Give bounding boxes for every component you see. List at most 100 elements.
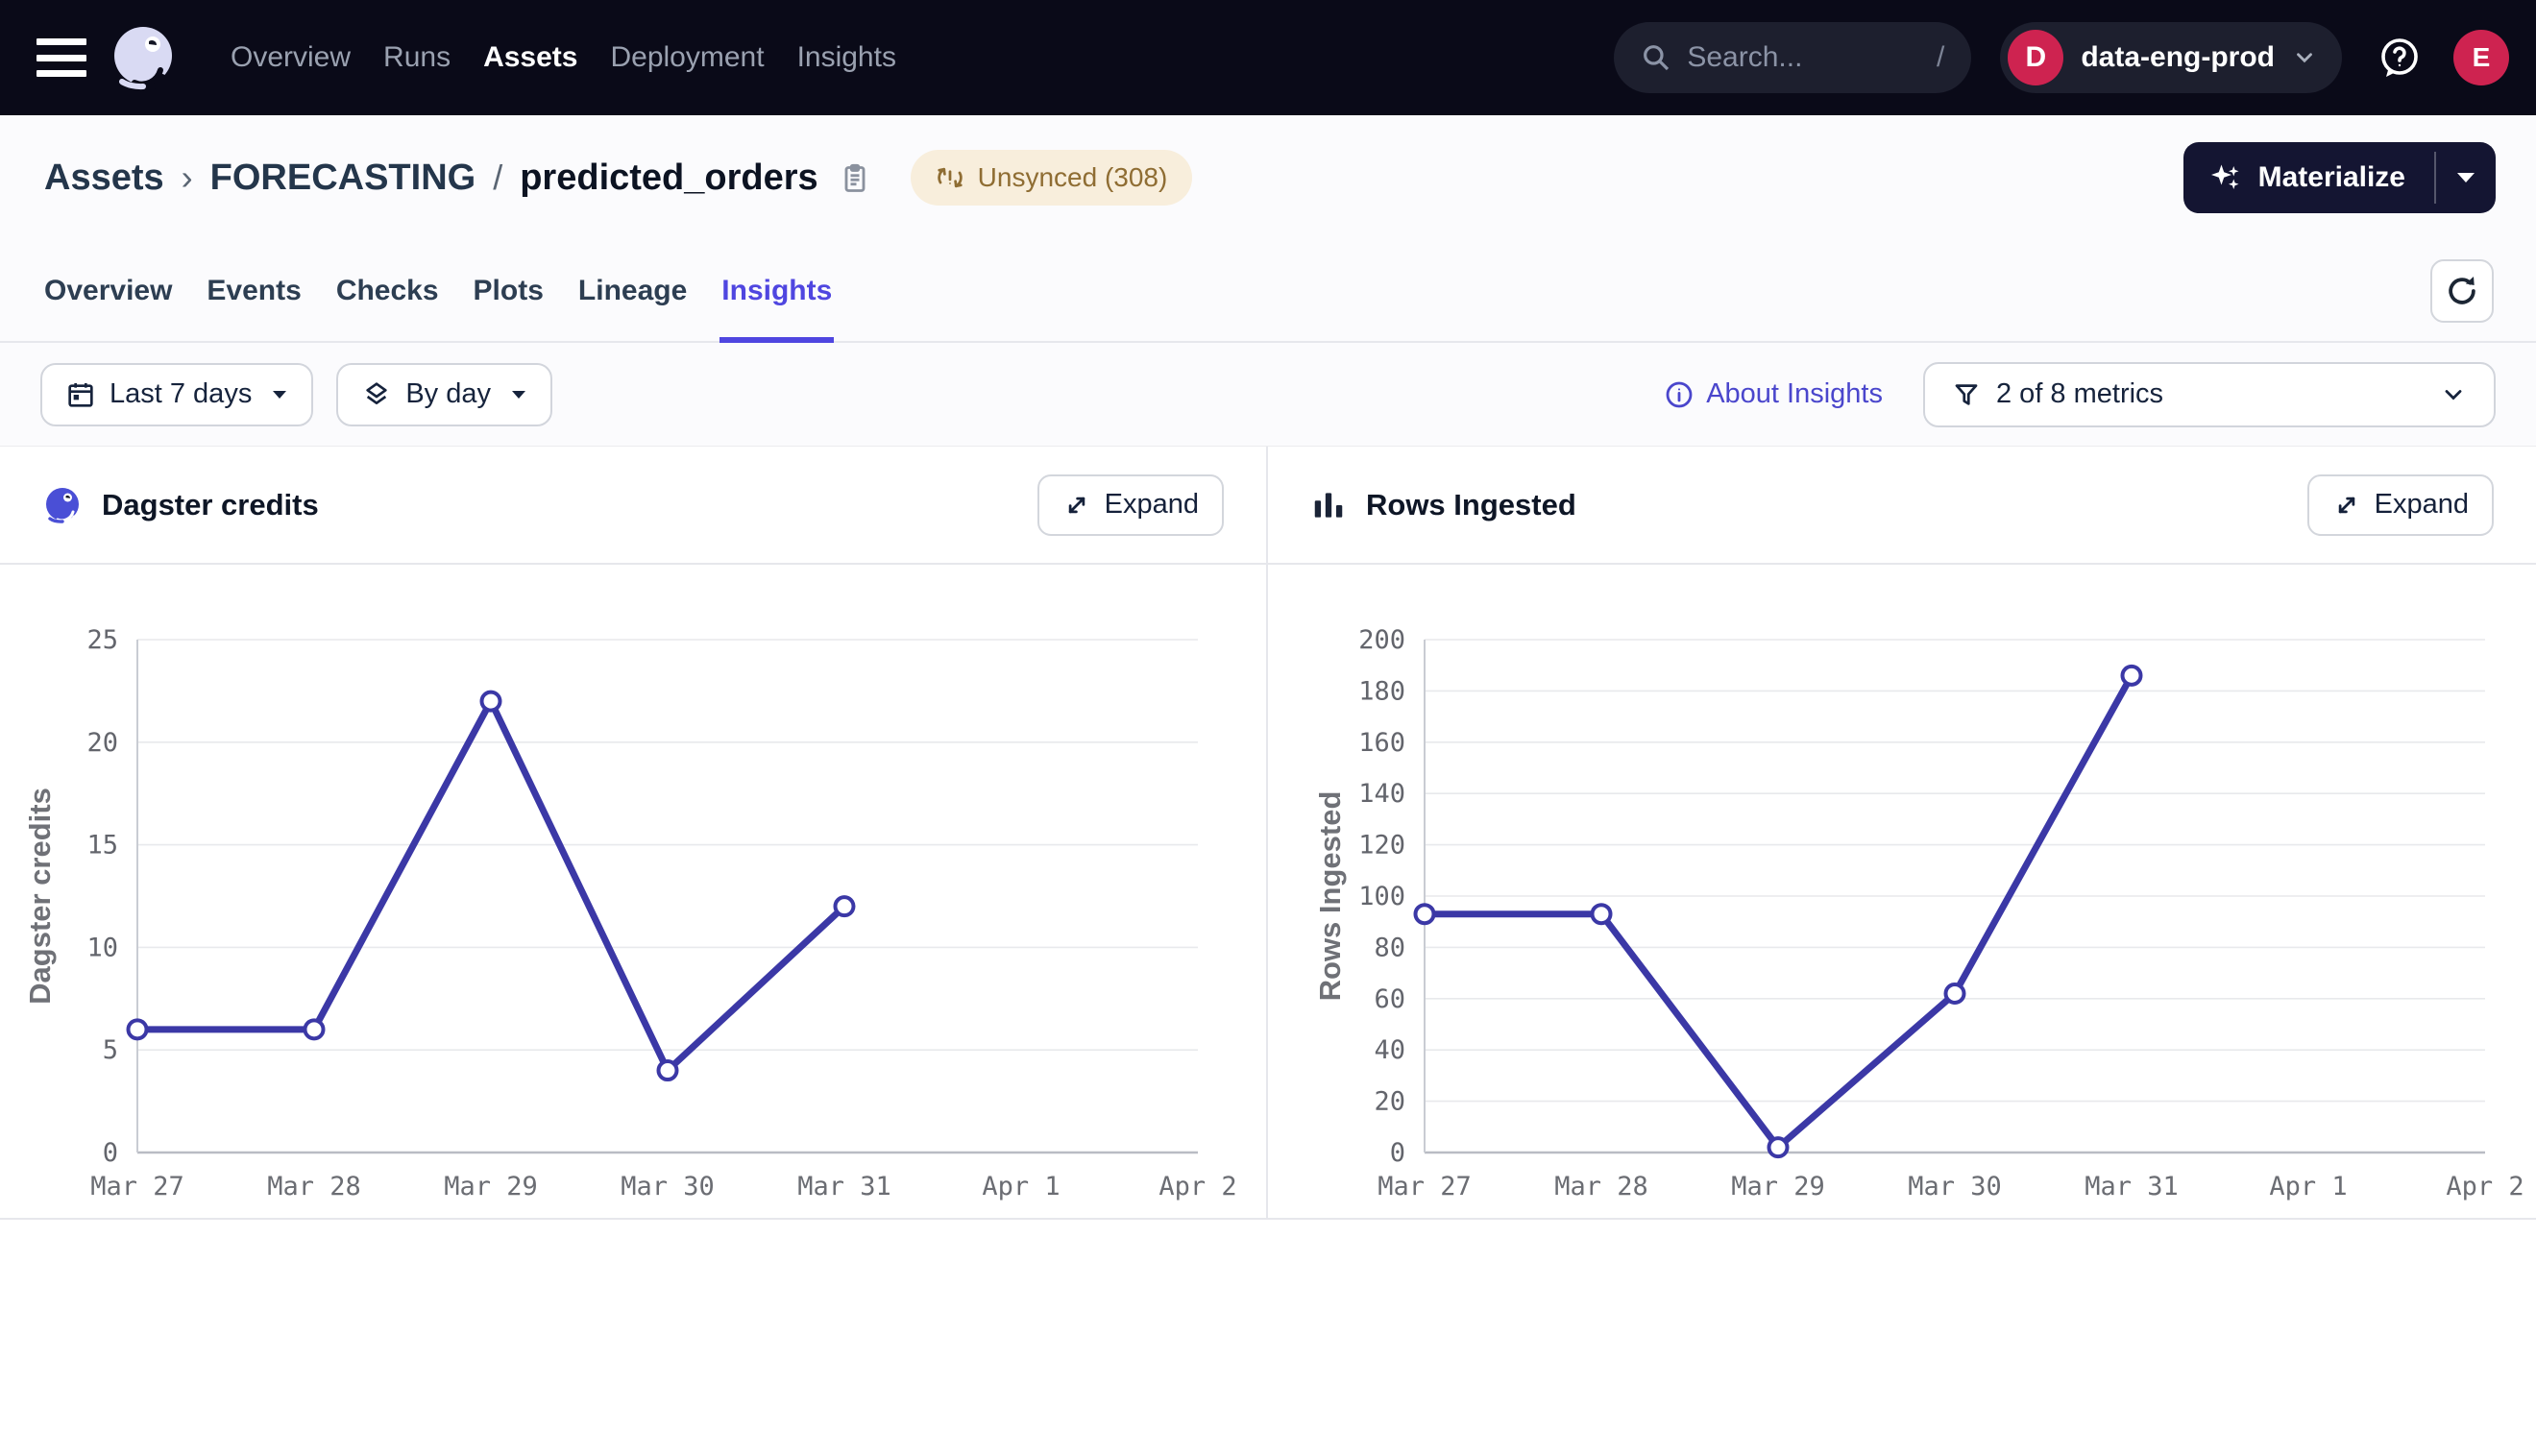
chart-title: Rows Ingested [1366,488,1576,522]
copy-icon[interactable] [838,160,872,195]
sparkle-icon [2208,160,2243,195]
svg-text:180: 180 [1358,676,1405,706]
filter-bar-right: About Insights 2 of 8 metrics [1664,362,2496,427]
dagster-octopus-icon [42,485,83,525]
svg-text:Mar 28: Mar 28 [1554,1172,1648,1201]
svg-text:Apr 2: Apr 2 [1158,1172,1236,1201]
chart-header: Rows Ingested Expand [1268,447,2536,565]
materialize-caret-button[interactable] [2436,142,2496,213]
app-window: Overview Runs Assets Deployment Insights… [0,0,2536,1456]
svg-text:40: 40 [1374,1035,1405,1065]
breadcrumb-assets-link[interactable]: Assets [44,158,164,199]
status-badge: Unsynced (308) [911,150,1193,206]
expand-label: Expand [1105,489,1199,521]
svg-text:Mar 28: Mar 28 [267,1172,361,1201]
expand-button[interactable]: Expand [1037,474,1224,536]
tab-checks[interactable]: Checks [334,240,441,341]
tab-events[interactable]: Events [205,240,303,341]
chart-canvas[interactable]: 0510152025Mar 27Mar 28Mar 29Mar 30Mar 31… [0,565,1268,1218]
sync-icon [936,163,964,192]
svg-text:Mar 29: Mar 29 [444,1172,538,1201]
nav-item-runs[interactable]: Runs [383,41,451,74]
insights-filter-bar: Last 7 days By day [0,343,2536,447]
refresh-button[interactable] [2430,259,2494,323]
materialize-label: Materialize [2258,161,2405,194]
avatar[interactable]: E [2453,30,2509,85]
svg-text:140: 140 [1358,779,1405,809]
breadcrumb-separator: / [493,158,502,198]
materialize-split-button: Materialize [2183,142,2496,213]
nav-right-cluster: / D data-eng-prod E [1614,22,2509,93]
search-shortcut-hint: / [1937,41,1944,74]
nav-item-deployment[interactable]: Deployment [610,41,764,74]
dagster-logo [110,24,177,91]
chart-header: Dagster credits Expand [0,447,1266,565]
tab-overview[interactable]: Overview [42,240,174,341]
svg-text:Mar 27: Mar 27 [90,1172,184,1201]
calendar-icon [65,379,96,410]
svg-text:160: 160 [1358,728,1405,758]
chart-card-rows-ingested: Rows Ingested Expand 0204060801001201401… [1268,447,2536,1220]
svg-text:Apr 1: Apr 1 [982,1172,1060,1201]
date-range-label: Last 7 days [110,378,252,410]
expand-label: Expand [2375,489,2469,521]
svg-text:Apr 2: Apr 2 [2446,1172,2524,1201]
deployment-name: data-eng-prod [2081,41,2275,74]
deployment-badge: D [2008,30,2063,85]
metrics-filter-label: 2 of 8 metrics [1996,378,2163,410]
asset-title-bar: Assets › FORECASTING / predicted_orders [0,115,2536,240]
tab-lineage[interactable]: Lineage [576,240,689,341]
svg-text:20: 20 [1374,1087,1405,1117]
search-icon [1641,42,1671,73]
granularity-filter[interactable]: By day [336,363,552,426]
svg-text:60: 60 [1374,984,1405,1014]
breadcrumb-group: FORECASTING [210,158,476,199]
expand-button[interactable]: Expand [2307,474,2494,536]
caret-down-icon [271,389,288,400]
refresh-icon [2444,273,2480,309]
nav-item-overview[interactable]: Overview [231,41,351,74]
top-nav: Overview Runs Assets Deployment Insights… [0,0,2536,115]
nav-item-assets[interactable]: Assets [483,41,577,74]
granularity-label: By day [405,378,491,410]
tab-insights[interactable]: Insights [719,240,834,341]
metrics-filter-select[interactable]: 2 of 8 metrics [1923,362,2496,427]
page-title: predicted_orders [520,158,817,199]
chart-title: Dagster credits [102,488,319,522]
svg-text:0: 0 [1390,1138,1405,1168]
chart-canvas[interactable]: 020406080100120140160180200Mar 27Mar 28M… [1268,565,2536,1218]
nav-item-insights[interactable]: Insights [797,41,896,74]
chevron-down-icon [2292,45,2317,70]
svg-text:Apr 1: Apr 1 [2269,1172,2347,1201]
about-insights-label: About Insights [1706,378,1883,410]
svg-text:Rows Ingested: Rows Ingested [1313,791,1347,1002]
expand-icon [2332,491,2361,520]
date-range-filter[interactable]: Last 7 days [40,363,313,426]
status-badge-label: Unsynced (308) [978,162,1168,193]
svg-text:10: 10 [86,933,118,962]
svg-text:200: 200 [1358,625,1405,655]
chevron-down-icon [2440,381,2467,408]
about-insights-link[interactable]: About Insights [1664,378,1883,410]
deployment-switcher[interactable]: D data-eng-prod [2000,22,2342,93]
svg-text:Mar 30: Mar 30 [621,1172,715,1201]
funnel-icon [1952,380,1981,409]
svg-text:25: 25 [86,625,118,655]
help-icon[interactable] [2377,35,2423,81]
chart-card-dagster-credits: Dagster credits Expand 0510152025Mar 27M… [0,447,1268,1220]
materialize-button[interactable]: Materialize [2183,142,2434,213]
search-input[interactable] [1687,41,1879,74]
asset-tabs: Overview Events Checks Plots Lineage Ins… [0,240,2536,343]
breadcrumb-chevron: › [182,158,193,198]
tab-plots[interactable]: Plots [472,240,546,341]
menu-icon[interactable] [37,38,86,77]
main-nav-links: Overview Runs Assets Deployment Insights [231,41,896,74]
layers-icon [361,379,392,410]
search-box[interactable]: / [1614,22,1971,93]
bar-chart-icon [1310,487,1347,523]
svg-text:100: 100 [1358,882,1405,911]
svg-text:Mar 31: Mar 31 [797,1172,891,1201]
expand-icon [1062,491,1091,520]
insights-charts-grid: Dagster credits Expand 0510152025Mar 27M… [0,447,2536,1220]
svg-text:Mar 31: Mar 31 [2085,1172,2179,1201]
